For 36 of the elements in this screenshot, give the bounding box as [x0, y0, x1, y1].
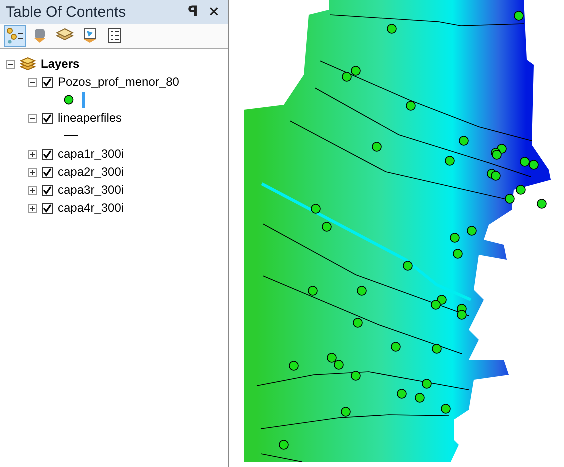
expander-toggle[interactable] [6, 60, 15, 68]
plus-icon [29, 204, 36, 212]
layer-checkbox[interactable] [42, 166, 53, 178]
expander-toggle[interactable] [28, 78, 37, 86]
panel-title: Table Of Contents [6, 4, 128, 20]
layer-checkbox[interactable] [42, 184, 53, 196]
close-button[interactable]: × [206, 5, 222, 19]
layer-name[interactable]: capa1r_300i [58, 147, 124, 161]
plus-icon [29, 186, 36, 194]
database-icon [33, 28, 47, 44]
expander-toggle[interactable] [28, 150, 37, 158]
layer-name[interactable]: lineaperfiles [58, 111, 122, 125]
layer-name[interactable]: capa3r_300i [58, 183, 124, 197]
layer-name[interactable]: capa4r_300i [58, 201, 124, 215]
pin-button[interactable]: ꟼ [186, 5, 200, 19]
layers-group-label[interactable]: Layers [41, 57, 80, 71]
list-by-drawing-order-icon [6, 28, 24, 44]
expander-toggle[interactable] [28, 114, 37, 122]
expander-toggle[interactable] [28, 186, 37, 194]
layer-checkbox[interactable] [42, 202, 53, 214]
layer-checkbox[interactable] [42, 148, 53, 160]
toolbar-button[interactable] [4, 25, 26, 47]
options-list-icon [108, 28, 122, 44]
line-symbol-icon [64, 135, 78, 137]
expander-toggle[interactable] [28, 204, 37, 212]
layer-name[interactable]: Pozos_prof_menor_80 [58, 75, 180, 89]
expander-toggle[interactable] [28, 168, 37, 176]
plus-icon [29, 150, 36, 158]
map-selection-icon [82, 28, 98, 44]
layer-checkbox[interactable] [42, 112, 53, 124]
layer-name[interactable]: capa2r_300i [58, 165, 124, 179]
bar-symbol-icon [82, 92, 85, 108]
layers-stack-icon [20, 57, 36, 71]
layer-checkbox[interactable] [42, 76, 53, 88]
point-symbol-icon [64, 95, 74, 105]
plus-icon [29, 168, 36, 176]
